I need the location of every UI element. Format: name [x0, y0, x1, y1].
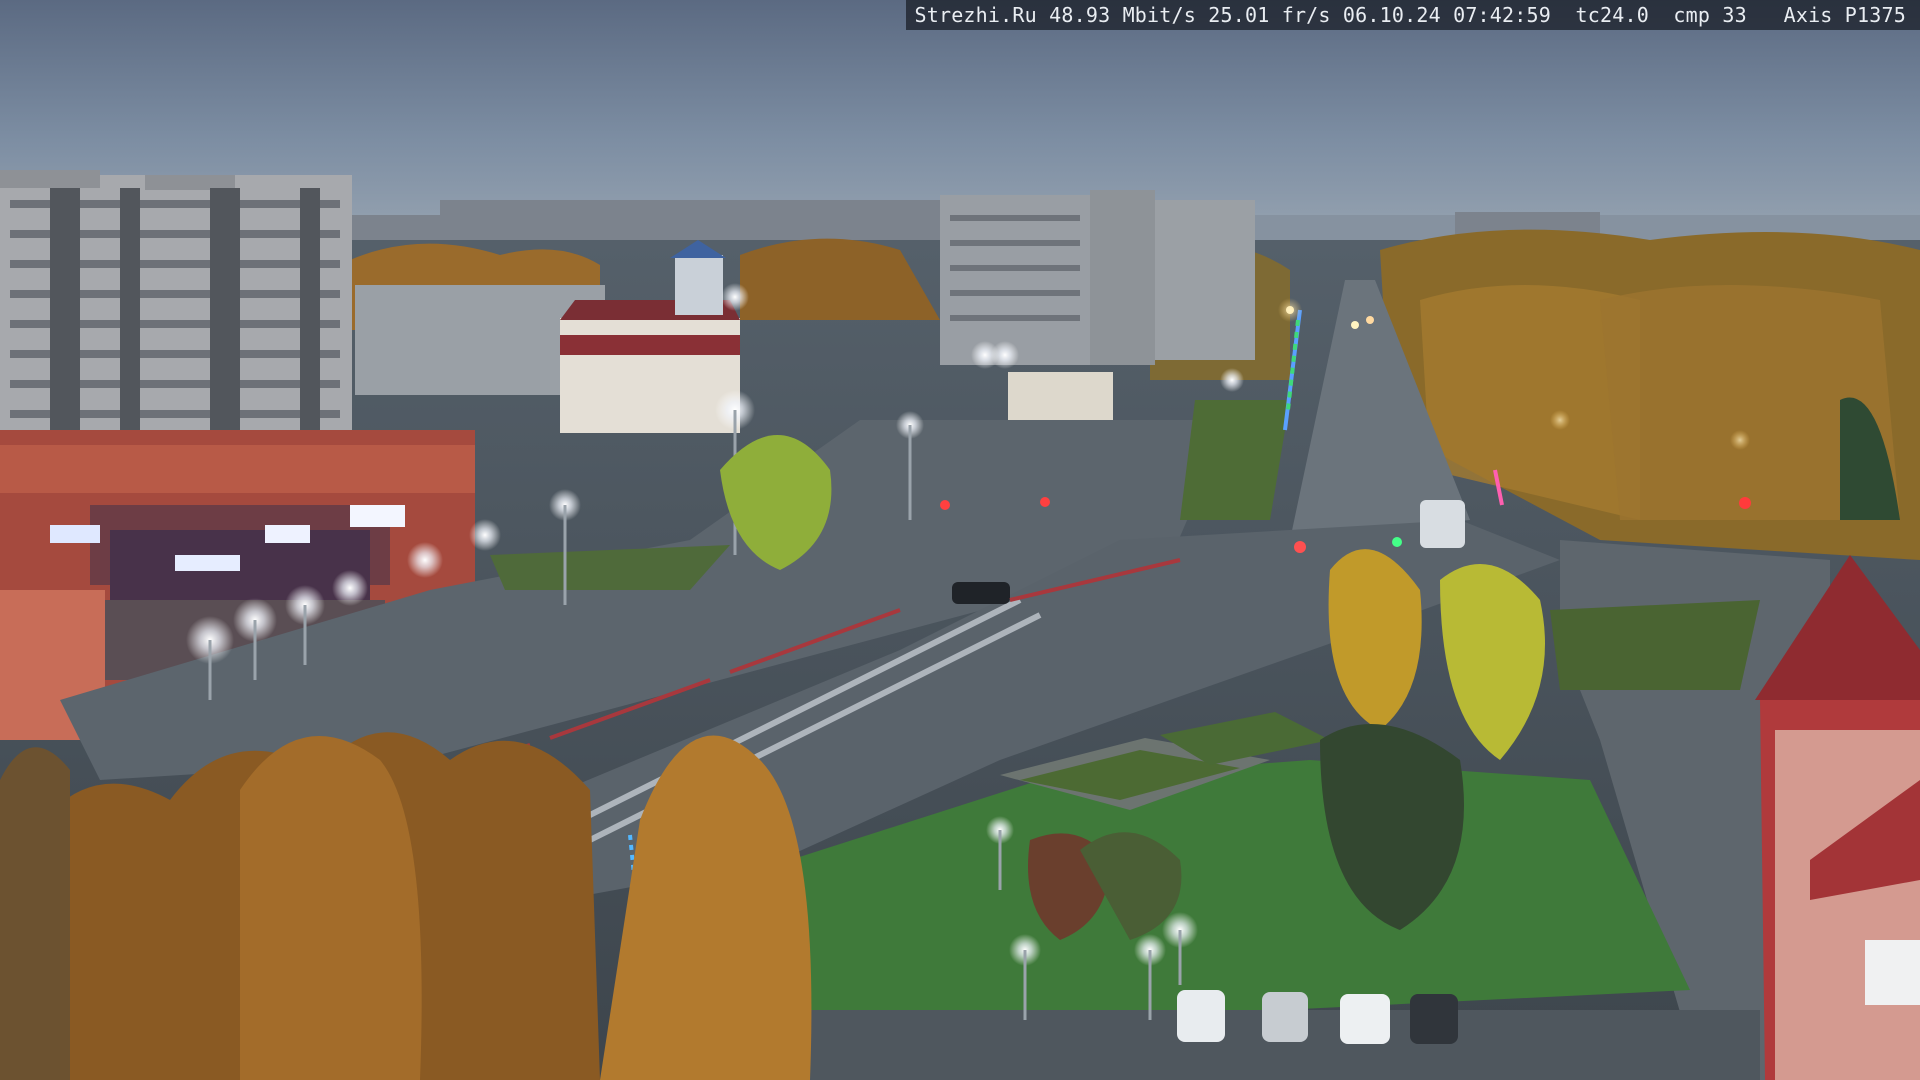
right-lawn: [1550, 600, 1760, 690]
webcam-frame: Strezhi.Ru 48.93 Mbit/s 25.01 fr/s 06.10…: [0, 0, 1920, 1080]
foreground-autumn-trees-left: [0, 732, 812, 1080]
parking-lot: [760, 1010, 1760, 1080]
webcam-scene: [0, 0, 1920, 1080]
moving-car: [952, 582, 1010, 604]
bus: [1420, 500, 1465, 548]
camera-status-overlay: Strezhi.Ru 48.93 Mbit/s 25.01 fr/s 06.10…: [906, 0, 1920, 30]
